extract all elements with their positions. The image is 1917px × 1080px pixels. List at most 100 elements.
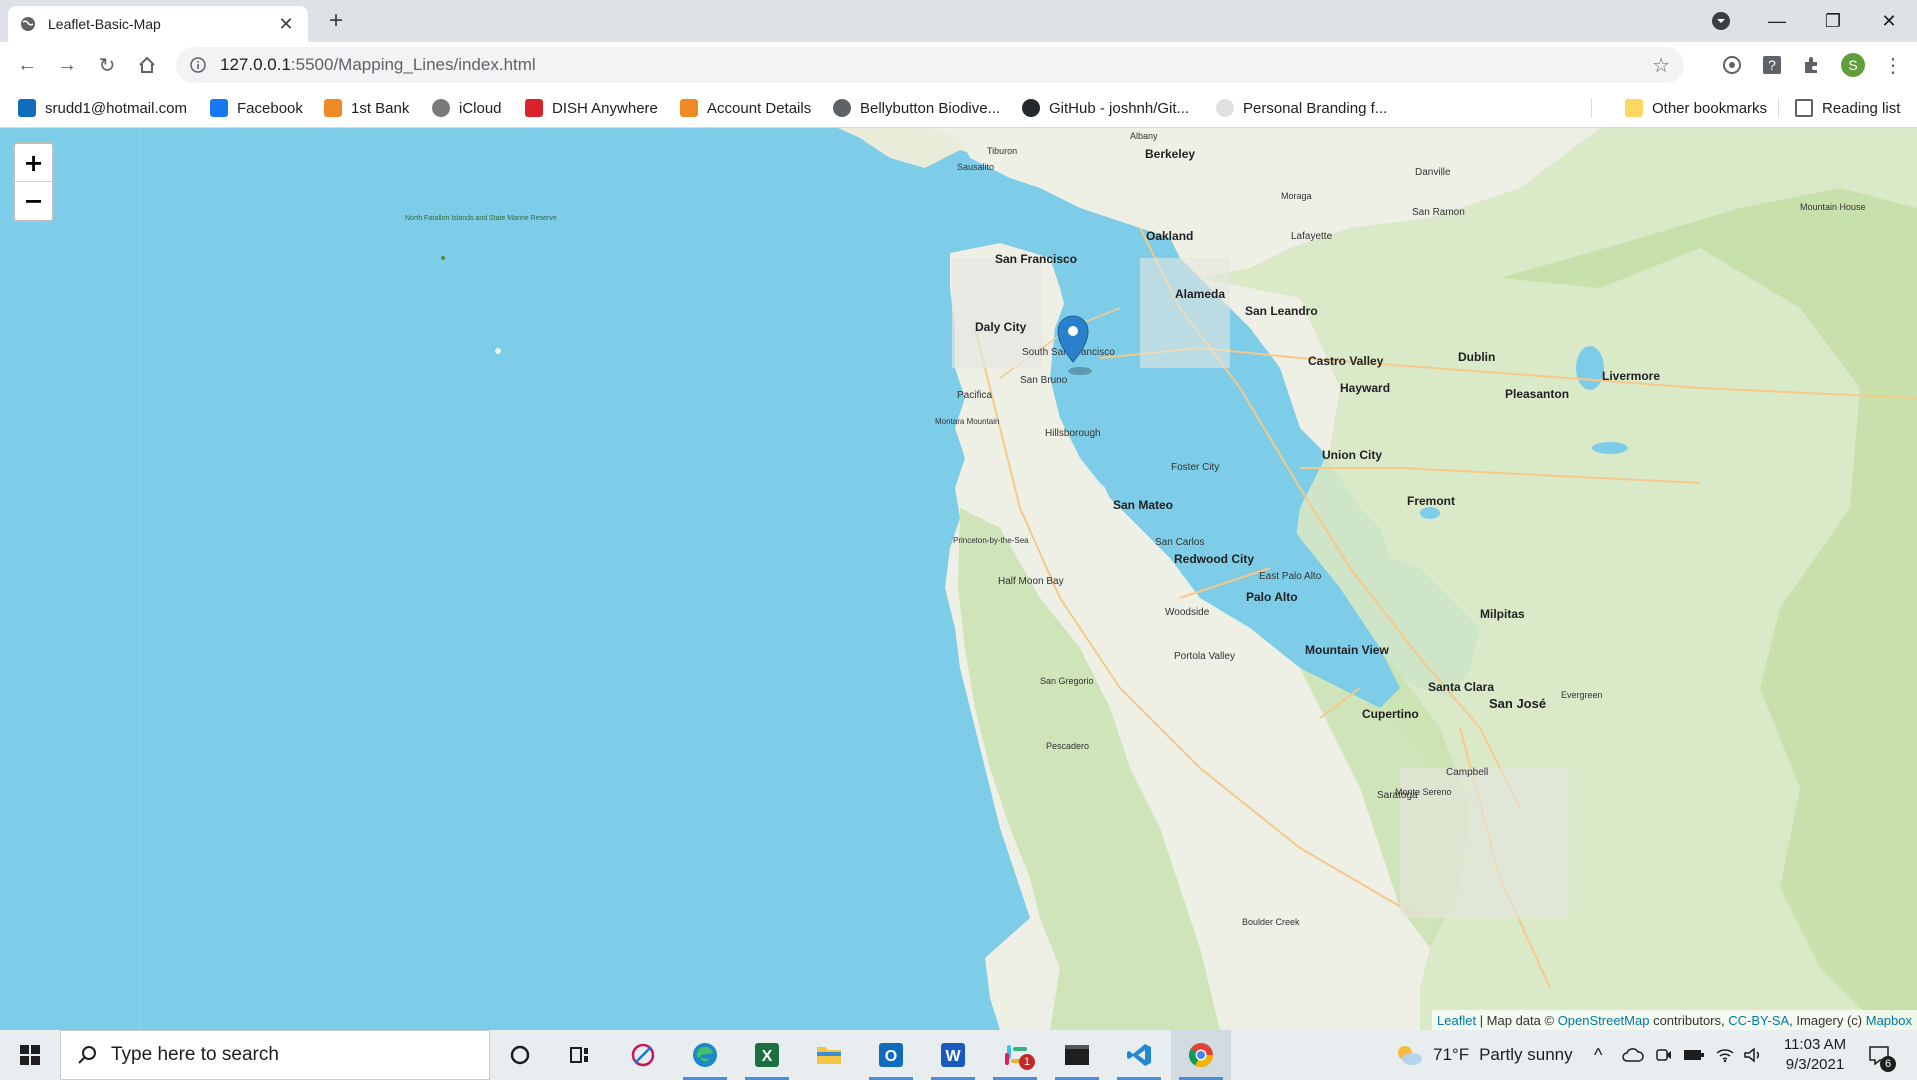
reload-icon[interactable]: ↻ xyxy=(92,50,122,80)
label-boulder-creek: Boulder Creek xyxy=(1242,917,1300,927)
label-palo-alto: Palo Alto xyxy=(1246,590,1298,604)
zoom-control: + − xyxy=(13,142,54,222)
taskbar-app-vscode[interactable] xyxy=(1109,1030,1169,1080)
bookmark-star-icon[interactable]: ☆ xyxy=(1652,53,1670,78)
forward-arrow-icon[interactable]: → xyxy=(52,50,82,80)
taskbar-app-chrome[interactable] xyxy=(1171,1030,1231,1080)
taskbar-app-explorer[interactable] xyxy=(799,1030,859,1080)
bookmark-label: 1st Bank xyxy=(351,99,410,117)
label-pleasanton: Pleasanton xyxy=(1505,387,1569,401)
taskbar-app-terminal[interactable] xyxy=(1047,1030,1107,1080)
bookmark-1st-bank[interactable]: 1st Bank xyxy=(324,97,409,119)
bookmark-label: iCloud xyxy=(459,99,502,117)
bookmark-label: Facebook xyxy=(237,99,303,117)
minimize-button[interactable]: — xyxy=(1754,0,1800,42)
svg-text:O: O xyxy=(885,1048,897,1065)
bookmark-other[interactable]: Other bookmarks xyxy=(1625,97,1767,119)
bookmark-personal-branding[interactable]: Personal Branding f... xyxy=(1216,97,1387,119)
taskbar-app-edge[interactable] xyxy=(675,1030,735,1080)
label-princeton: Princeton-by-the-Sea xyxy=(953,536,1029,545)
edge-icon xyxy=(693,1043,717,1067)
start-button[interactable] xyxy=(0,1030,60,1080)
taskbar-app-snip[interactable] xyxy=(613,1030,673,1080)
label-berkeley: Berkeley xyxy=(1145,147,1195,161)
clock-time: 11:03 AM xyxy=(1783,1036,1847,1053)
weather-widget[interactable]: 71°F Partly sunny xyxy=(1395,1030,1573,1080)
openstreetmap-link[interactable]: OpenStreetMap xyxy=(1558,1013,1650,1028)
search-icon xyxy=(78,1046,96,1064)
account-icon xyxy=(680,99,698,117)
battery-icon[interactable] xyxy=(1683,1030,1705,1080)
bookmarks-divider xyxy=(1591,98,1592,118)
bookmark-label: Personal Branding f... xyxy=(1243,99,1388,117)
bookmark-facebook[interactable]: Facebook xyxy=(210,97,303,119)
bookmark-outlook[interactable]: srudd1@hotmail.com xyxy=(18,97,187,119)
volume-icon[interactable] xyxy=(1743,1030,1763,1080)
cc-by-sa-link[interactable]: CC-BY-SA xyxy=(1728,1013,1789,1028)
weather-temp: 71°F xyxy=(1433,1045,1470,1064)
meet-now-icon[interactable] xyxy=(1655,1030,1673,1080)
excel-icon: X xyxy=(755,1043,779,1067)
zoom-out-button[interactable]: − xyxy=(15,182,52,220)
bookmark-dish[interactable]: DISH Anywhere xyxy=(525,97,658,119)
label-santa-clara: Santa Clara xyxy=(1428,680,1494,694)
menu-kebab-icon[interactable]: ⋮ xyxy=(1878,50,1908,80)
taskbar-app-slack[interactable]: 1 xyxy=(985,1030,1045,1080)
label-evergreen: Evergreen xyxy=(1561,690,1603,700)
close-window-button[interactable]: ✕ xyxy=(1866,0,1912,42)
apple-icon xyxy=(432,99,450,117)
taskbar-search-box[interactable]: Type here to search xyxy=(60,1030,490,1080)
vscode-icon xyxy=(1127,1044,1151,1066)
leaflet-map[interactable]: San Francisco Oakland Berkeley Alameda D… xyxy=(0,128,1917,1030)
mapbox-link[interactable]: Mapbox xyxy=(1866,1013,1912,1028)
bookmark-github[interactable]: GitHub - joshnh/Git... xyxy=(1022,97,1189,119)
map-tiles[interactable]: San Francisco Oakland Berkeley Alameda D… xyxy=(0,128,1917,1030)
extensions-puzzle-icon[interactable] xyxy=(1797,50,1827,80)
svg-text:?: ? xyxy=(1768,57,1776,73)
label-oakland: Oakland xyxy=(1146,229,1193,243)
extension-ring-icon[interactable] xyxy=(1717,50,1747,80)
tab-strip: Leaflet-Basic-Map ✕ + — ❐ ✕ xyxy=(0,0,1917,42)
label-alameda: Alameda xyxy=(1175,287,1225,301)
url-path: :5500/Mapping_Lines/index.html xyxy=(290,55,536,74)
tab-search-icon[interactable] xyxy=(1698,0,1744,42)
cortana-button[interactable] xyxy=(490,1030,550,1080)
cortana-circle-icon xyxy=(510,1045,530,1065)
tab-leaflet-basic-map[interactable]: Leaflet-Basic-Map ✕ xyxy=(8,6,308,42)
taskbar-app-word[interactable]: W xyxy=(923,1030,983,1080)
address-bar[interactable]: 127.0.0.1:5500/Mapping_Lines/index.html … xyxy=(176,47,1684,83)
label-mountain-house: Mountain House xyxy=(1800,202,1866,212)
close-tab-icon[interactable]: ✕ xyxy=(276,14,296,35)
task-view-button[interactable] xyxy=(550,1030,610,1080)
svg-text:X: X xyxy=(762,1048,773,1065)
reading-list-icon xyxy=(1795,99,1813,117)
bookmark-icloud[interactable]: iCloud xyxy=(432,97,502,119)
help-extension-icon[interactable]: ? xyxy=(1757,50,1787,80)
globe-icon xyxy=(21,17,35,31)
lightbulb-icon xyxy=(1216,99,1234,117)
taskbar-app-outlook[interactable]: O xyxy=(861,1030,921,1080)
new-tab-button[interactable]: + xyxy=(322,8,350,36)
bookmark-account-details[interactable]: Account Details xyxy=(680,97,811,119)
profile-avatar[interactable]: S xyxy=(1838,50,1868,80)
label-lafayette: Lafayette xyxy=(1291,231,1333,242)
outlook-icon xyxy=(18,99,36,117)
clock[interactable]: 11:03 AM 9/3/2021 xyxy=(1775,1030,1855,1080)
folder-icon xyxy=(1625,99,1643,117)
info-icon[interactable] xyxy=(190,57,206,73)
notification-count: 6 xyxy=(1880,1056,1896,1072)
back-arrow-icon[interactable]: ← xyxy=(12,50,42,80)
notification-center-icon[interactable]: 6 xyxy=(1868,1030,1896,1080)
show-hidden-icons-chevron[interactable]: ^ xyxy=(1594,1030,1602,1080)
label-foster-city: Foster City xyxy=(1171,462,1219,473)
reading-list[interactable]: Reading list xyxy=(1795,97,1900,119)
leaflet-link[interactable]: Leaflet xyxy=(1437,1013,1476,1028)
bookmark-bellybutton[interactable]: Bellybutton Biodive... xyxy=(833,97,1000,119)
wifi-icon[interactable] xyxy=(1715,1030,1735,1080)
home-icon[interactable] xyxy=(132,50,162,80)
onedrive-cloud-icon[interactable] xyxy=(1622,1030,1644,1080)
taskbar-app-excel[interactable]: X xyxy=(737,1030,797,1080)
restore-button[interactable]: ❐ xyxy=(1810,0,1856,42)
zoom-in-button[interactable]: + xyxy=(15,144,52,182)
label-albany: Albany xyxy=(1130,131,1158,141)
